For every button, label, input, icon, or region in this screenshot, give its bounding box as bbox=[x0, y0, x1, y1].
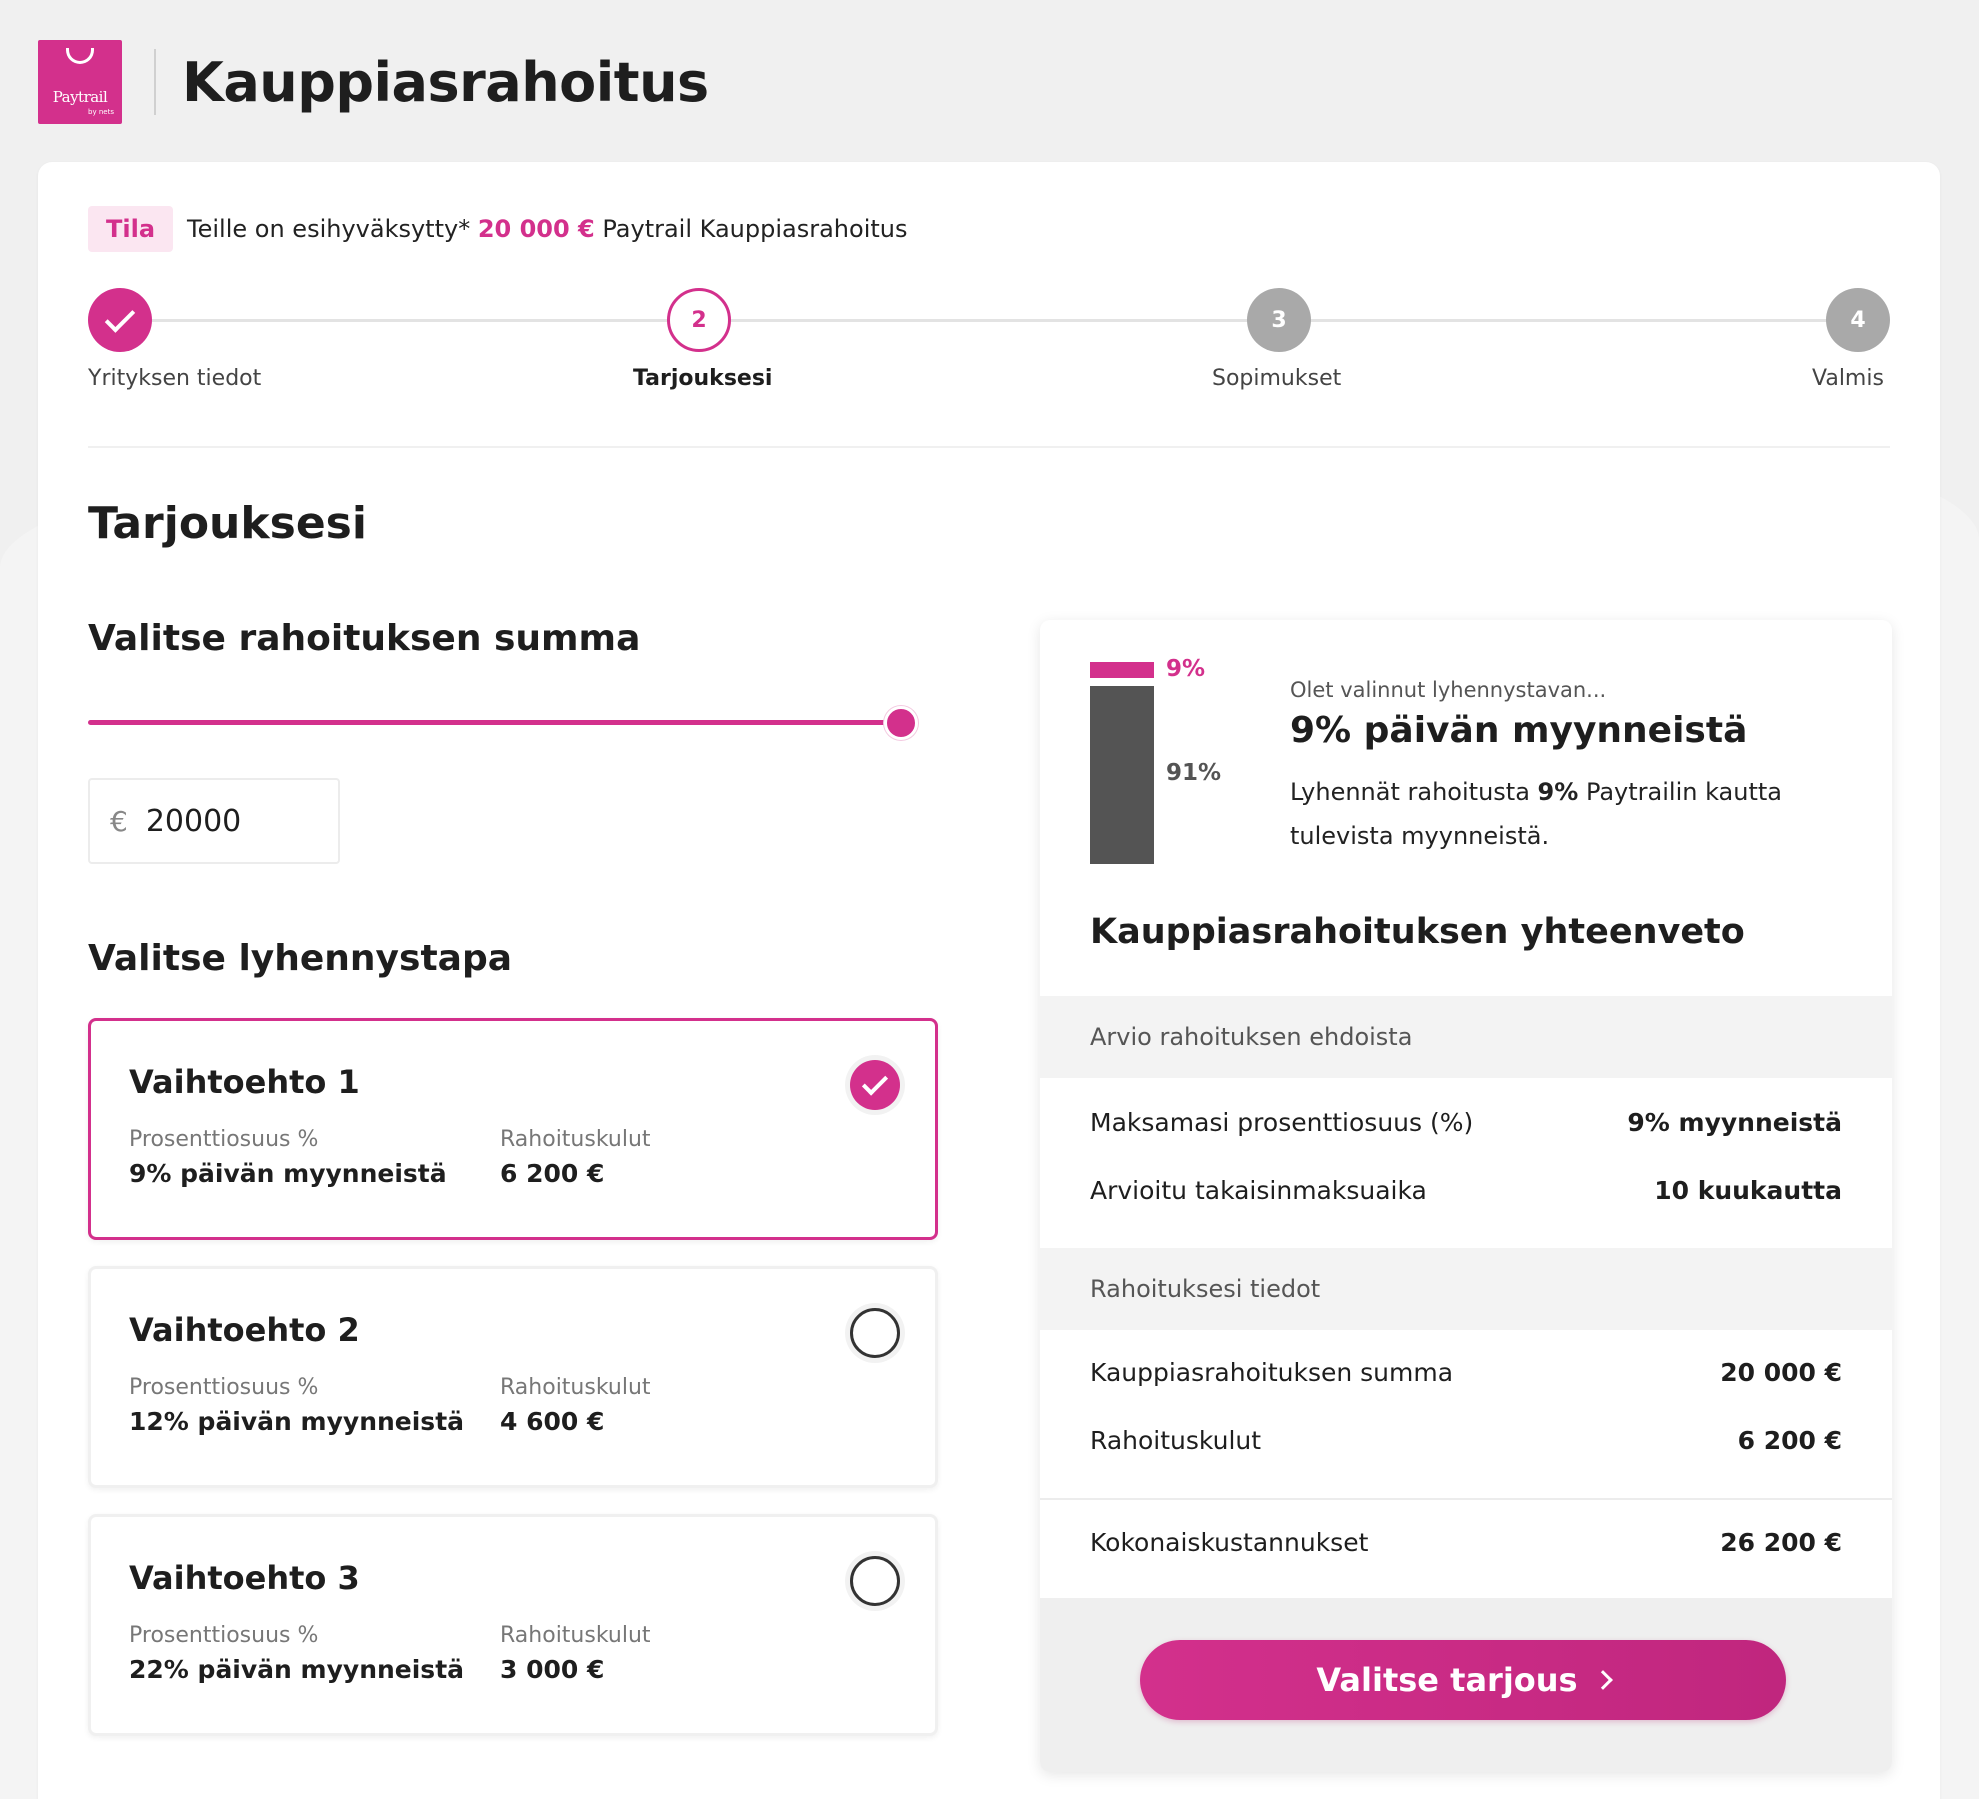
total-value: 26 200 € bbox=[1720, 1528, 1842, 1557]
step-2-label: Tarjouksesi bbox=[633, 366, 773, 391]
split-bar-merchant-share bbox=[1090, 662, 1154, 678]
chosen-intro: Olet valinnut lyhennystavan... bbox=[1290, 678, 1607, 702]
status-text-before: Teille on esihyväksytty* bbox=[187, 215, 471, 243]
status-row: Tila Teille on esihyväksytty* 20 000 € P… bbox=[88, 206, 908, 252]
total-row: Kokonaiskustannukset 26 200 € bbox=[1090, 1528, 1842, 1557]
step-3[interactable]: 3 Sopimukset bbox=[1212, 288, 1341, 391]
summary-row: Rahoituskulut 6 200 € bbox=[1090, 1426, 1842, 1455]
page-header: Paytrail by nets Kauppiasrahoitus bbox=[38, 40, 709, 124]
slider-handle[interactable] bbox=[884, 706, 918, 740]
step-2-circle: 2 bbox=[667, 288, 731, 352]
option-cost-value: 4 600 € bbox=[500, 1407, 605, 1436]
stepper-line bbox=[120, 319, 1858, 322]
row-label: Rahoituskulut bbox=[1090, 1426, 1262, 1455]
chosen-description: Lyhennät rahoitusta 9% Paytrailin kautta… bbox=[1290, 770, 1850, 858]
summary-row: Kauppiasrahoituksen summa 20 000 € bbox=[1090, 1358, 1842, 1387]
paytrail-logo[interactable]: Paytrail by nets bbox=[38, 40, 122, 124]
progress-stepper: Yrityksen tiedot 2 Tarjouksesi 3 Sopimuk… bbox=[88, 288, 1890, 398]
split-bar-bottom-label: 91% bbox=[1166, 760, 1222, 786]
option-radio-selected[interactable] bbox=[845, 1055, 905, 1115]
option-pct-value: 12% päivän myynneistä bbox=[129, 1407, 465, 1436]
option-title: Vaihtoehto 1 bbox=[129, 1063, 360, 1101]
step-4-circle: 4 bbox=[1826, 288, 1890, 352]
option-radio[interactable] bbox=[845, 1303, 905, 1363]
option-cost-label: Rahoituskulut bbox=[500, 1127, 651, 1152]
chosen-title: 9% päivän myynneistä bbox=[1290, 710, 1748, 751]
option-cost-value: 3 000 € bbox=[500, 1655, 605, 1684]
option-cost-label: Rahoituskulut bbox=[500, 1623, 651, 1648]
chevron-right-icon bbox=[1592, 1670, 1613, 1690]
amount-slider[interactable] bbox=[88, 702, 918, 742]
section-title: Tarjouksesi bbox=[88, 498, 367, 549]
option-pct-value: 9% päivän myynneistä bbox=[129, 1159, 447, 1188]
step-3-label: Sopimukset bbox=[1212, 366, 1342, 391]
status-badge: Tila bbox=[88, 206, 174, 252]
terms-section-header: Arvio rahoituksen ehdoista bbox=[1040, 996, 1892, 1078]
shopping-bag-icon bbox=[66, 48, 94, 64]
row-value: 20 000 € bbox=[1720, 1358, 1842, 1387]
option-pct-value: 22% päivän myynneistä bbox=[129, 1655, 465, 1684]
desc-pct: 9% bbox=[1537, 778, 1579, 806]
row-label: Arvioitu takaisinmaksuaika bbox=[1090, 1176, 1427, 1205]
status-text: Teille on esihyväksytty* 20 000 € Paytra… bbox=[187, 215, 907, 243]
app-title: Kauppiasrahoitus bbox=[182, 50, 709, 114]
row-label: Kauppiasrahoituksen summa bbox=[1090, 1358, 1454, 1387]
slider-track bbox=[88, 720, 904, 725]
option-card-2[interactable]: Vaihtoehto 2 Prosenttiosuus % 12% päivän… bbox=[88, 1266, 938, 1488]
row-value: 10 kuukautta bbox=[1654, 1176, 1842, 1205]
option-pct-label: Prosenttiosuus % bbox=[129, 1375, 319, 1400]
status-amount: 20 000 € bbox=[477, 215, 595, 243]
step-1[interactable]: Yrityksen tiedot bbox=[88, 288, 261, 391]
method-heading: Valitse lyhennystapa bbox=[88, 938, 513, 979]
select-offer-label: Valitse tarjous bbox=[1316, 1661, 1578, 1699]
amount-input[interactable]: € 20000 bbox=[88, 778, 340, 864]
details-section-header: Rahoituksesi tiedot bbox=[1040, 1248, 1892, 1330]
split-bar-top-label: 9% bbox=[1166, 656, 1206, 682]
option-radio[interactable] bbox=[845, 1551, 905, 1611]
divider bbox=[88, 446, 1890, 448]
desc-before: Lyhennät rahoitusta bbox=[1290, 778, 1530, 806]
check-icon bbox=[861, 1069, 889, 1096]
step-2[interactable]: 2 Tarjouksesi bbox=[633, 288, 772, 391]
select-offer-button[interactable]: Valitse tarjous bbox=[1140, 1640, 1786, 1720]
option-title: Vaihtoehto 3 bbox=[129, 1559, 360, 1597]
row-value: 9% myynneistä bbox=[1627, 1108, 1842, 1137]
step-1-label: Yrityksen tiedot bbox=[88, 366, 262, 391]
step-1-circle bbox=[88, 288, 152, 352]
step-3-circle: 3 bbox=[1247, 288, 1311, 352]
terms-section-title: Arvio rahoituksen ehdoista bbox=[1090, 1023, 1413, 1051]
option-cost-label: Rahoituskulut bbox=[500, 1375, 651, 1400]
summary-panel: 9% 91% Olet valinnut lyhennystavan... 9%… bbox=[1040, 620, 1892, 1772]
total-label: Kokonaiskustannukset bbox=[1090, 1528, 1369, 1557]
step-4[interactable]: 4 Valmis bbox=[1812, 288, 1890, 391]
summary-row: Maksamasi prosenttiosuus (%) 9% myynneis… bbox=[1090, 1108, 1842, 1137]
logo-subtext: by nets bbox=[88, 108, 114, 116]
option-pct-label: Prosenttiosuus % bbox=[129, 1127, 319, 1152]
check-icon bbox=[104, 301, 136, 333]
option-title: Vaihtoehto 2 bbox=[129, 1311, 360, 1349]
option-cost-value: 6 200 € bbox=[500, 1159, 605, 1188]
status-text-after: Paytrail Kauppiasrahoitus bbox=[602, 215, 908, 243]
option-card-3[interactable]: Vaihtoehto 3 Prosenttiosuus % 22% päivän… bbox=[88, 1514, 938, 1736]
amount-heading: Valitse rahoituksen summa bbox=[88, 618, 641, 659]
step-4-label: Valmis bbox=[1812, 366, 1884, 391]
amount-input-value: 20000 bbox=[145, 803, 242, 839]
option-pct-label: Prosenttiosuus % bbox=[129, 1623, 319, 1648]
summary-heading: Kauppiasrahoituksen yhteenveto bbox=[1090, 912, 1745, 952]
main-card: Tila Teille on esihyväksytty* 20 000 € P… bbox=[38, 162, 1940, 1799]
details-section-title: Rahoituksesi tiedot bbox=[1090, 1275, 1321, 1303]
row-divider bbox=[1040, 1498, 1892, 1500]
header-divider bbox=[154, 49, 156, 115]
row-label: Maksamasi prosenttiosuus (%) bbox=[1090, 1108, 1474, 1137]
option-card-1[interactable]: Vaihtoehto 1 Prosenttiosuus % 9% päivän … bbox=[88, 1018, 938, 1240]
summary-row: Arvioitu takaisinmaksuaika 10 kuukautta bbox=[1090, 1176, 1842, 1205]
split-bar-remaining-share bbox=[1090, 686, 1154, 864]
logo-text: Paytrail bbox=[52, 88, 108, 106]
row-value: 6 200 € bbox=[1737, 1426, 1842, 1455]
euro-icon: € bbox=[110, 804, 128, 838]
summary-footer: Valitse tarjous bbox=[1040, 1598, 1892, 1772]
